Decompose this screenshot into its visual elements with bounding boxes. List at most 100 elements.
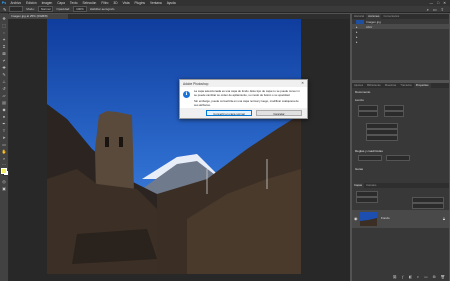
link-layers-icon[interactable]: ⛓ xyxy=(392,275,396,281)
history-brush-tool-icon[interactable]: ↺ xyxy=(2,86,7,91)
tab-adjustments[interactable]: Ajustes xyxy=(352,83,365,88)
eyedropper-tool-icon[interactable]: ⌿ xyxy=(2,58,7,63)
dialog-message-line: se puede cambiar su orden de apilamiento… xyxy=(194,93,291,97)
brush-tool-side-icon[interactable]: ✎ xyxy=(2,72,7,77)
menu-edit[interactable]: Edición xyxy=(24,1,39,5)
layer-name: Fondo xyxy=(381,216,390,220)
cancel-button[interactable]: Cancelar xyxy=(256,110,302,116)
convert-to-normal-layer-button[interactable]: Convertir en capa normal xyxy=(206,110,252,116)
layer-fill-field[interactable] xyxy=(412,203,444,209)
canvas-height-field[interactable] xyxy=(358,111,378,117)
layer-row-background[interactable]: ◉ Fondo 🔒︎ xyxy=(352,210,449,228)
section-document: Documento xyxy=(355,90,371,94)
brush-tool-icon[interactable]: ✎ xyxy=(3,7,6,12)
dodge-tool-icon[interactable]: ● xyxy=(2,114,7,119)
share-icon[interactable]: ⇪ xyxy=(441,7,444,12)
layers-footer: ⛓ ƒ ◧ ◐ ▭ ⊞ 🗑︎ xyxy=(352,275,449,281)
blur-tool-icon[interactable]: ◆ xyxy=(2,107,7,112)
history-item-label: Abrir xyxy=(366,24,373,29)
section-rulers: Reglas y cuadrículas xyxy=(355,149,383,153)
type-tool-icon[interactable]: T xyxy=(2,128,7,133)
move-tool-icon[interactable]: ✥ xyxy=(2,16,7,21)
foreground-color-swatch[interactable] xyxy=(1,168,7,174)
new-group-icon[interactable]: ▭ xyxy=(424,275,427,281)
menu-image[interactable]: Imagen xyxy=(39,1,55,5)
menu-filter[interactable]: Filtro xyxy=(99,1,111,5)
zoom-tool-icon[interactable]: ⌕ xyxy=(2,156,7,161)
opacity-label: Opacidad: xyxy=(56,7,71,11)
menu-select[interactable]: Selección xyxy=(80,1,99,5)
close-window-button[interactable]: ✕ xyxy=(443,1,446,5)
maximize-button[interactable]: □ xyxy=(437,1,439,5)
frame-tool-icon[interactable]: ⊠ xyxy=(2,51,7,56)
resolution-field[interactable] xyxy=(366,123,398,129)
healing-tool-icon[interactable]: ✚ xyxy=(2,65,7,70)
mode-label: Modo: xyxy=(26,7,35,11)
grid-color-select[interactable] xyxy=(386,155,410,161)
layer-filter-select[interactable] xyxy=(356,191,378,197)
screen-mode-icon[interactable]: ▣ xyxy=(2,186,7,191)
tab-paths[interactable]: Trazados xyxy=(398,83,414,88)
stamp-tool-icon[interactable]: ⊥ xyxy=(2,79,7,84)
menu-type[interactable]: Texto xyxy=(67,1,80,5)
lasso-tool-icon[interactable]: ◌ xyxy=(2,30,7,35)
tab-properties[interactable]: Properties xyxy=(413,83,431,88)
shape-tool-icon[interactable]: ▭ xyxy=(2,142,7,147)
tab-actions[interactable]: Acciones xyxy=(366,14,382,19)
background-layer-dialog: Adobe Photoshop ✕ i La capa seleccionada… xyxy=(179,79,308,119)
menu-view[interactable]: Vista xyxy=(120,1,132,5)
search-icon[interactable]: ⌕ xyxy=(427,7,429,12)
menu-plugins[interactable]: Plugins xyxy=(132,1,147,5)
menu-file[interactable]: Archivo xyxy=(8,1,24,5)
layer-opacity-field[interactable] xyxy=(412,197,444,203)
brush-size-field[interactable] xyxy=(9,6,24,12)
airbrush-label[interactable]: Habilitar aerógrafo xyxy=(90,7,115,11)
trash-icon[interactable]: 🗑︎ xyxy=(441,275,445,281)
add-mask-icon[interactable]: ◧ xyxy=(409,275,412,281)
canvas-x-field[interactable] xyxy=(384,105,404,111)
hand-tool-icon[interactable]: ✋ xyxy=(2,149,7,154)
quick-select-tool-icon[interactable]: ✦ xyxy=(2,37,7,42)
tools-panel: ✥ ⬚ ◌ ✦ ⌗ ⊠ ⌿ ✚ ✎ ⊥ ↺ ▱ ▤ ◆ ● ✒ T ➤ ▭ ✋ … xyxy=(0,13,9,281)
tab-layers[interactable]: Capas xyxy=(352,183,365,188)
bit-depth-select[interactable] xyxy=(366,135,398,141)
fx-icon[interactable]: ƒ xyxy=(402,275,404,281)
ruler-units-select[interactable] xyxy=(358,155,382,161)
minimize-button[interactable]: — xyxy=(429,1,433,5)
dialog-close-icon[interactable]: ✕ xyxy=(301,81,304,85)
menu-window[interactable]: Ventana xyxy=(148,1,165,5)
color-mode-select[interactable] xyxy=(366,129,398,135)
new-adjustment-icon[interactable]: ◐ xyxy=(417,275,419,281)
new-layer-icon[interactable]: ⊞ xyxy=(433,275,436,281)
opacity-field[interactable]: 100% xyxy=(73,6,87,12)
tab-swatches[interactable]: Muestras xyxy=(383,83,399,88)
canvas-y-field[interactable] xyxy=(384,111,404,117)
dialog-title: Adobe Photoshop xyxy=(183,81,209,86)
properties-panel: Ajustes Bibliotecas Muestras Trazados Pr… xyxy=(352,83,449,183)
workspace-icon[interactable]: ▭ xyxy=(433,7,437,12)
history-item[interactable]: ▸ xyxy=(352,39,449,44)
visibility-eye-icon[interactable]: ◉ xyxy=(354,216,358,221)
path-select-tool-icon[interactable]: ➤ xyxy=(2,135,7,140)
dialog-body: i La capa seleccionada es una capa de fo… xyxy=(180,87,307,108)
marquee-tool-icon[interactable]: ⬚ xyxy=(2,23,7,28)
menu-layer[interactable]: Capa xyxy=(55,1,68,5)
tab-channels[interactable]: Canales xyxy=(364,183,378,188)
tab-comments[interactable]: Comentarios xyxy=(381,14,401,19)
eraser-tool-icon[interactable]: ▱ xyxy=(2,93,7,98)
quick-mask-icon[interactable]: ◎ xyxy=(2,179,7,184)
pen-tool-icon[interactable]: ✒ xyxy=(2,121,7,126)
gradient-tool-icon[interactable]: ▤ xyxy=(2,100,7,105)
blend-mode-select[interactable] xyxy=(356,197,378,203)
crop-tool-icon[interactable]: ⌗ xyxy=(2,44,7,49)
canvas-width-field[interactable] xyxy=(358,105,378,111)
menu-3d[interactable]: 3D xyxy=(111,1,120,5)
layer-thumbnail xyxy=(360,212,377,226)
more-tools-icon[interactable]: ⋯ xyxy=(2,162,7,167)
lock-icon[interactable]: 🔒︎ xyxy=(443,216,445,221)
tab-history[interactable]: Historial xyxy=(352,14,366,19)
mode-select[interactable]: Normal xyxy=(37,6,54,12)
tab-libraries[interactable]: Bibliotecas xyxy=(365,83,383,88)
document-image[interactable] xyxy=(47,19,301,274)
menu-help[interactable]: Ayuda xyxy=(164,1,178,5)
